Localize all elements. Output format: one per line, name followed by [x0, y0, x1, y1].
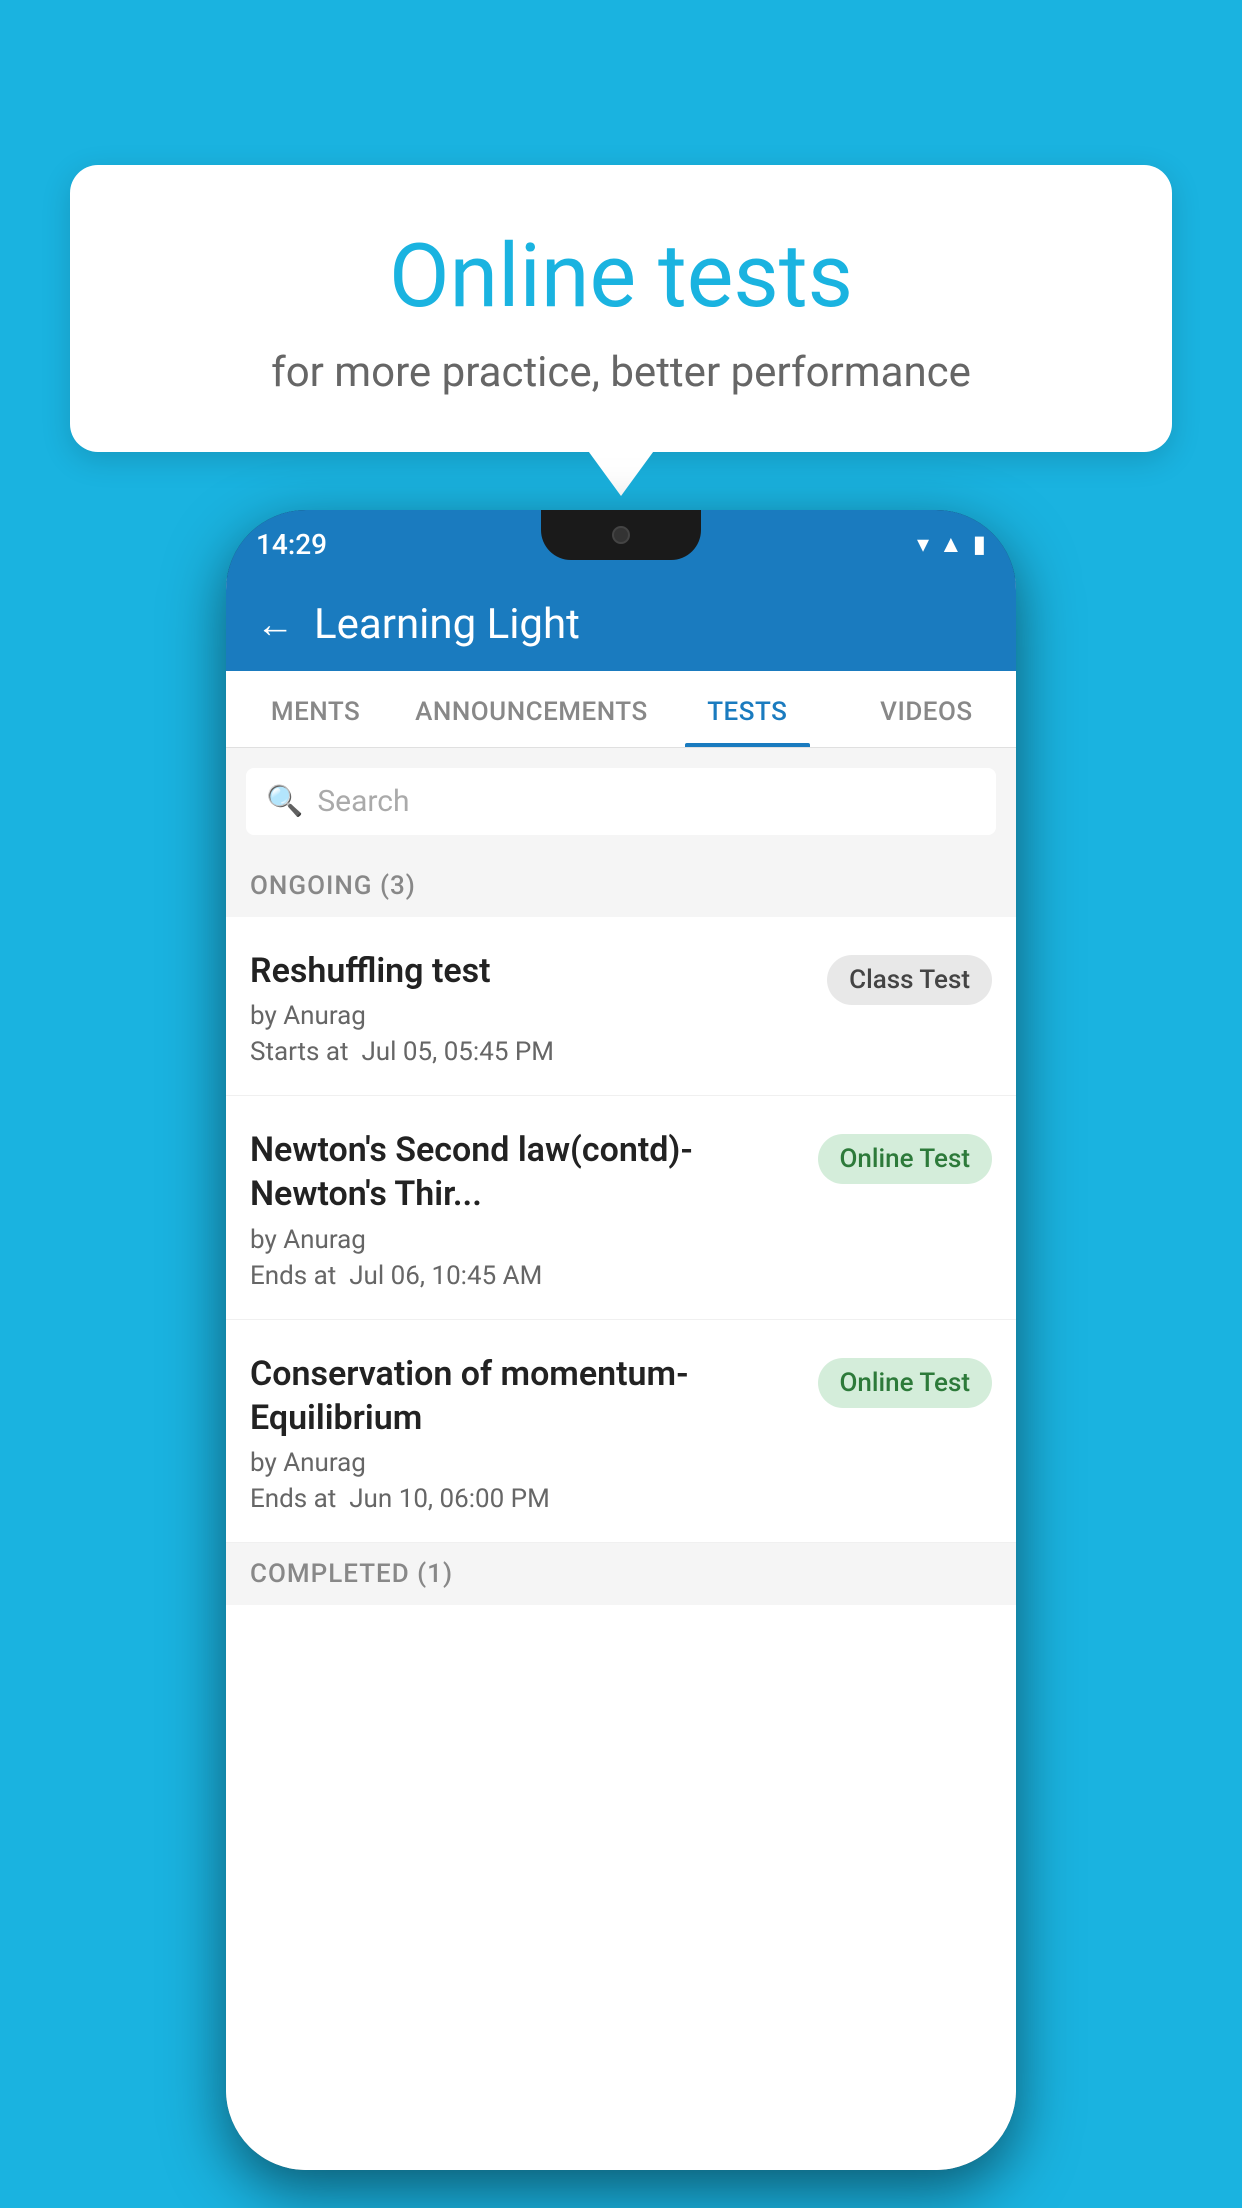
status-time: 14:29: [256, 528, 327, 561]
test-name-3: Conservation of momentum-Equilibrium: [250, 1352, 802, 1440]
status-icons: ▾ ▲ ▮: [917, 530, 986, 559]
phone-screen: ← Learning Light MENTS ANNOUNCEMENTS TES…: [226, 578, 1016, 2170]
promo-title: Online tests: [120, 225, 1122, 328]
test-badge-3: Online Test: [818, 1358, 993, 1408]
app-header: ← Learning Light: [226, 578, 1016, 671]
test-author-3: by Anurag: [250, 1448, 802, 1478]
notch: [541, 510, 701, 560]
search-bar[interactable]: 🔍 Search: [246, 768, 996, 835]
search-container: 🔍 Search: [226, 748, 1016, 855]
test-info-1: Reshuffling test by Anurag Starts at Jul…: [250, 949, 811, 1067]
search-icon: 🔍: [266, 784, 303, 819]
test-badge-2: Online Test: [818, 1134, 993, 1184]
tab-videos[interactable]: VIDEOS: [837, 671, 1016, 747]
completed-section-header: COMPLETED (1): [226, 1543, 1016, 1605]
wifi-icon: ▾: [917, 530, 929, 558]
test-item-1[interactable]: Reshuffling test by Anurag Starts at Jul…: [226, 917, 1016, 1096]
test-name-1: Reshuffling test: [250, 949, 811, 993]
test-list: Reshuffling test by Anurag Starts at Jul…: [226, 917, 1016, 2170]
test-name-2: Newton's Second law(contd)-Newton's Thir…: [250, 1128, 802, 1216]
tab-tests[interactable]: TESTS: [658, 671, 837, 747]
test-item-2[interactable]: Newton's Second law(contd)-Newton's Thir…: [226, 1096, 1016, 1319]
ongoing-section-header: ONGOING (3): [226, 855, 1016, 917]
test-time-1: Starts at Jul 05, 05:45 PM: [250, 1037, 811, 1067]
test-info-3: Conservation of momentum-Equilibrium by …: [250, 1352, 802, 1514]
battery-icon: ▮: [973, 530, 986, 558]
tab-announcements[interactable]: ANNOUNCEMENTS: [405, 671, 658, 747]
test-item-3[interactable]: Conservation of momentum-Equilibrium by …: [226, 1320, 1016, 1543]
test-info-2: Newton's Second law(contd)-Newton's Thir…: [250, 1128, 802, 1290]
tab-ments[interactable]: MENTS: [226, 671, 405, 747]
test-badge-1: Class Test: [827, 955, 992, 1005]
test-author-2: by Anurag: [250, 1225, 802, 1255]
status-bar: 14:29 ▾ ▲ ▮: [226, 510, 1016, 578]
test-author-1: by Anurag: [250, 1001, 811, 1031]
signal-icon: ▲: [939, 530, 963, 559]
phone-frame: 14:29 ▾ ▲ ▮ ← Learning Light MENTS ANNOU…: [226, 510, 1016, 2170]
test-time-2: Ends at Jul 06, 10:45 AM: [250, 1261, 802, 1291]
back-button[interactable]: ←: [256, 603, 294, 647]
test-time-3: Ends at Jun 10, 06:00 PM: [250, 1484, 802, 1514]
app-title: Learning Light: [314, 600, 580, 649]
tab-bar: MENTS ANNOUNCEMENTS TESTS VIDEOS: [226, 671, 1016, 748]
search-input[interactable]: Search: [317, 784, 409, 819]
promo-bubble: Online tests for more practice, better p…: [70, 165, 1172, 452]
promo-subtitle: for more practice, better performance: [120, 348, 1122, 397]
camera-dot: [612, 526, 630, 544]
